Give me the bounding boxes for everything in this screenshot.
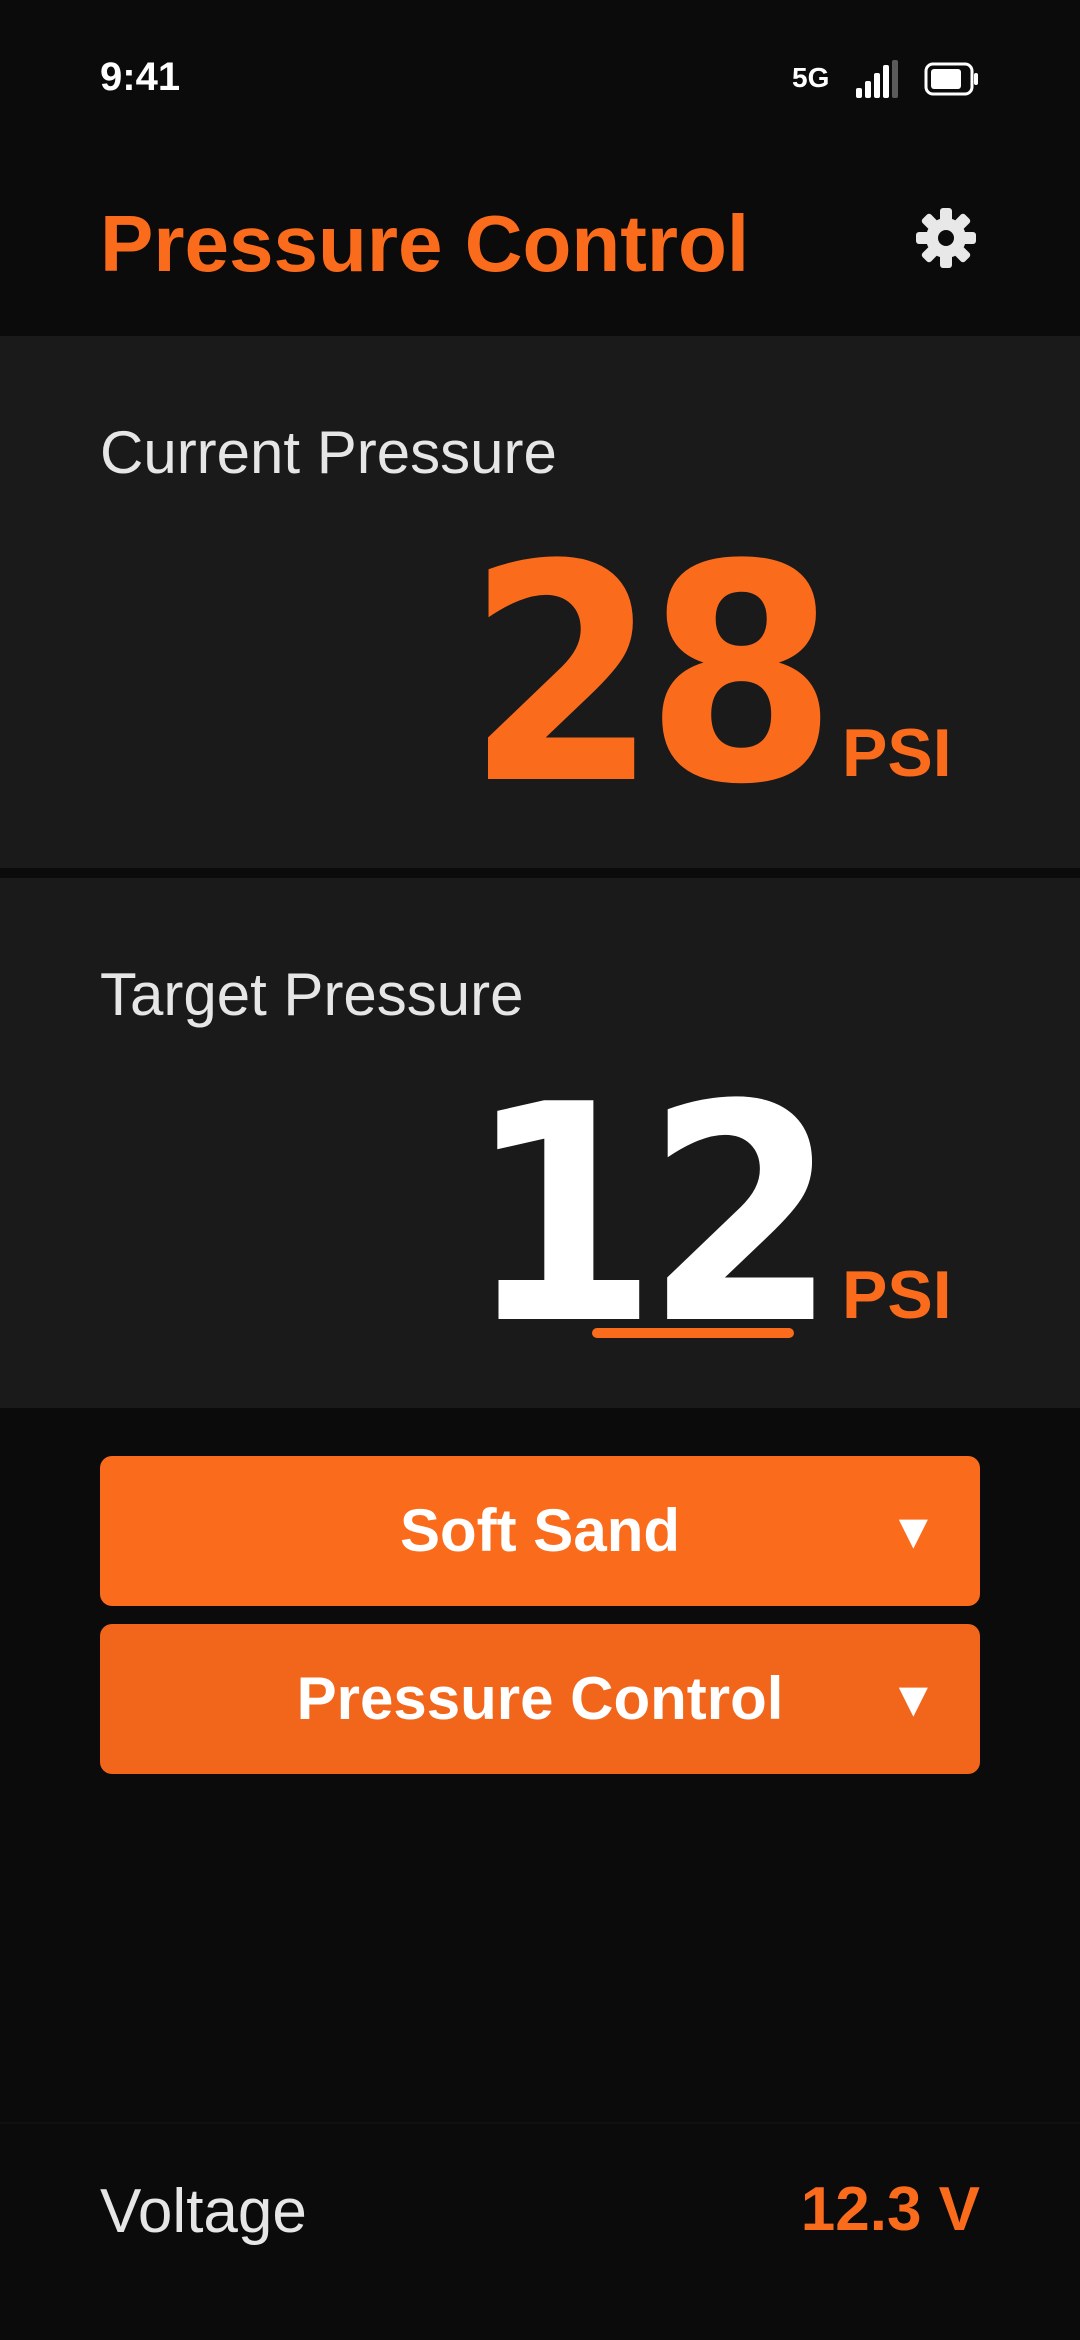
app-header: Pressure Control [0, 160, 1080, 336]
current-pressure-panel: Current Pressure 28 PSI [0, 336, 1080, 868]
target-pressure-unit: PSI [842, 1257, 952, 1333]
current-pressure-unit: PSI [842, 715, 952, 791]
network-type-label: 5G [792, 62, 830, 93]
terrain-select[interactable]: Soft Sand ▼ [100, 1456, 980, 1606]
target-pressure-value[interactable]: 12 [466, 1066, 837, 1366]
voltage-value: 12.3 V [800, 2175, 980, 2244]
settings-button[interactable] [910, 202, 982, 274]
mode-select[interactable]: Pressure Control ▼ [100, 1624, 980, 1774]
dropdown-arrow-icon: ▼ [898, 1509, 928, 1553]
terrain-select-value: Soft Sand [400, 1497, 680, 1564]
voltage-label: Voltage [100, 2177, 307, 2246]
target-pressure-edit-underline [592, 1328, 794, 1338]
status-bar: 9:41 5G [0, 0, 1080, 160]
dropdown-arrow-icon: ▼ [898, 1677, 928, 1721]
signal-bars-icon [856, 60, 898, 98]
current-pressure-value: 28 [465, 501, 837, 850]
status-time: 9:41 [100, 55, 181, 99]
page-title: Pressure Control [100, 199, 750, 288]
panel-divider [0, 868, 1080, 878]
footer-divider [0, 2122, 1080, 2124]
target-pressure-panel: Target Pressure 12 PSI [0, 878, 1080, 1408]
target-pressure-label: Target Pressure [100, 961, 524, 1028]
mode-select-value: Pressure Control [296, 1665, 784, 1732]
gear-icon [916, 208, 976, 268]
battery-icon [924, 62, 978, 96]
current-pressure-label: Current Pressure [100, 419, 557, 486]
